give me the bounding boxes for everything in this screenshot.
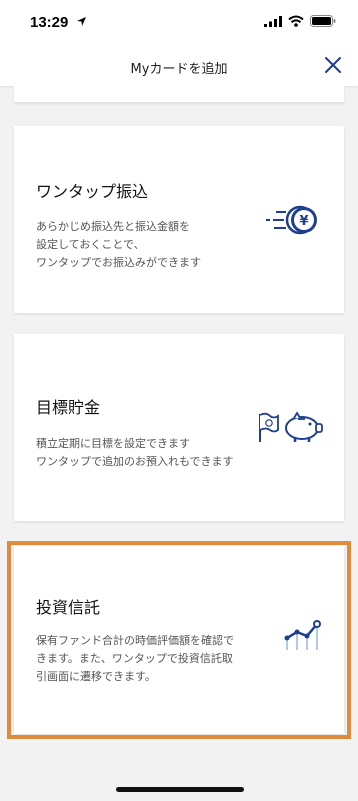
- card-description: あらかじめ振込先と振込金額を 設定しておくことで、 ワンタップでお振込みができま…: [36, 220, 201, 269]
- location-arrow-icon: [77, 17, 86, 26]
- page-title: Myカードを追加: [130, 62, 228, 77]
- card-title: 目標貯金: [36, 398, 101, 417]
- status-bar: 13:29: [0, 0, 358, 46]
- home-indicator: [116, 787, 244, 792]
- status-time: 13:29: [30, 14, 69, 31]
- status-icons: [264, 15, 336, 27]
- wifi-icon: [288, 15, 304, 27]
- card-goal-savings[interactable]: 目標貯金 積立定期に目標を設定できます ワンタップで追加のお預入れもできます: [14, 334, 344, 521]
- cellular-signal-icon: [264, 15, 282, 27]
- previous-card[interactable]: [14, 86, 344, 102]
- yen-coin-transfer-icon: ¥: [266, 205, 317, 235]
- card-one-tap-transfer[interactable]: ワンタップ振込 あらかじめ振込先と振込金額を 設定しておくことで、 ワンタップで…: [14, 126, 344, 313]
- header: Myカードを追加: [0, 46, 358, 86]
- card-title: ワンタップ振込: [36, 182, 149, 201]
- battery-icon: [310, 15, 336, 27]
- svg-text:¥: ¥: [299, 214, 308, 229]
- close-icon[interactable]: [324, 56, 342, 74]
- card-description: 積立定期に目標を設定できます ワンタップで追加のお預入れもできます: [36, 437, 234, 468]
- flag-piggy-bank-icon: [259, 411, 323, 442]
- selection-highlight: [7, 541, 351, 739]
